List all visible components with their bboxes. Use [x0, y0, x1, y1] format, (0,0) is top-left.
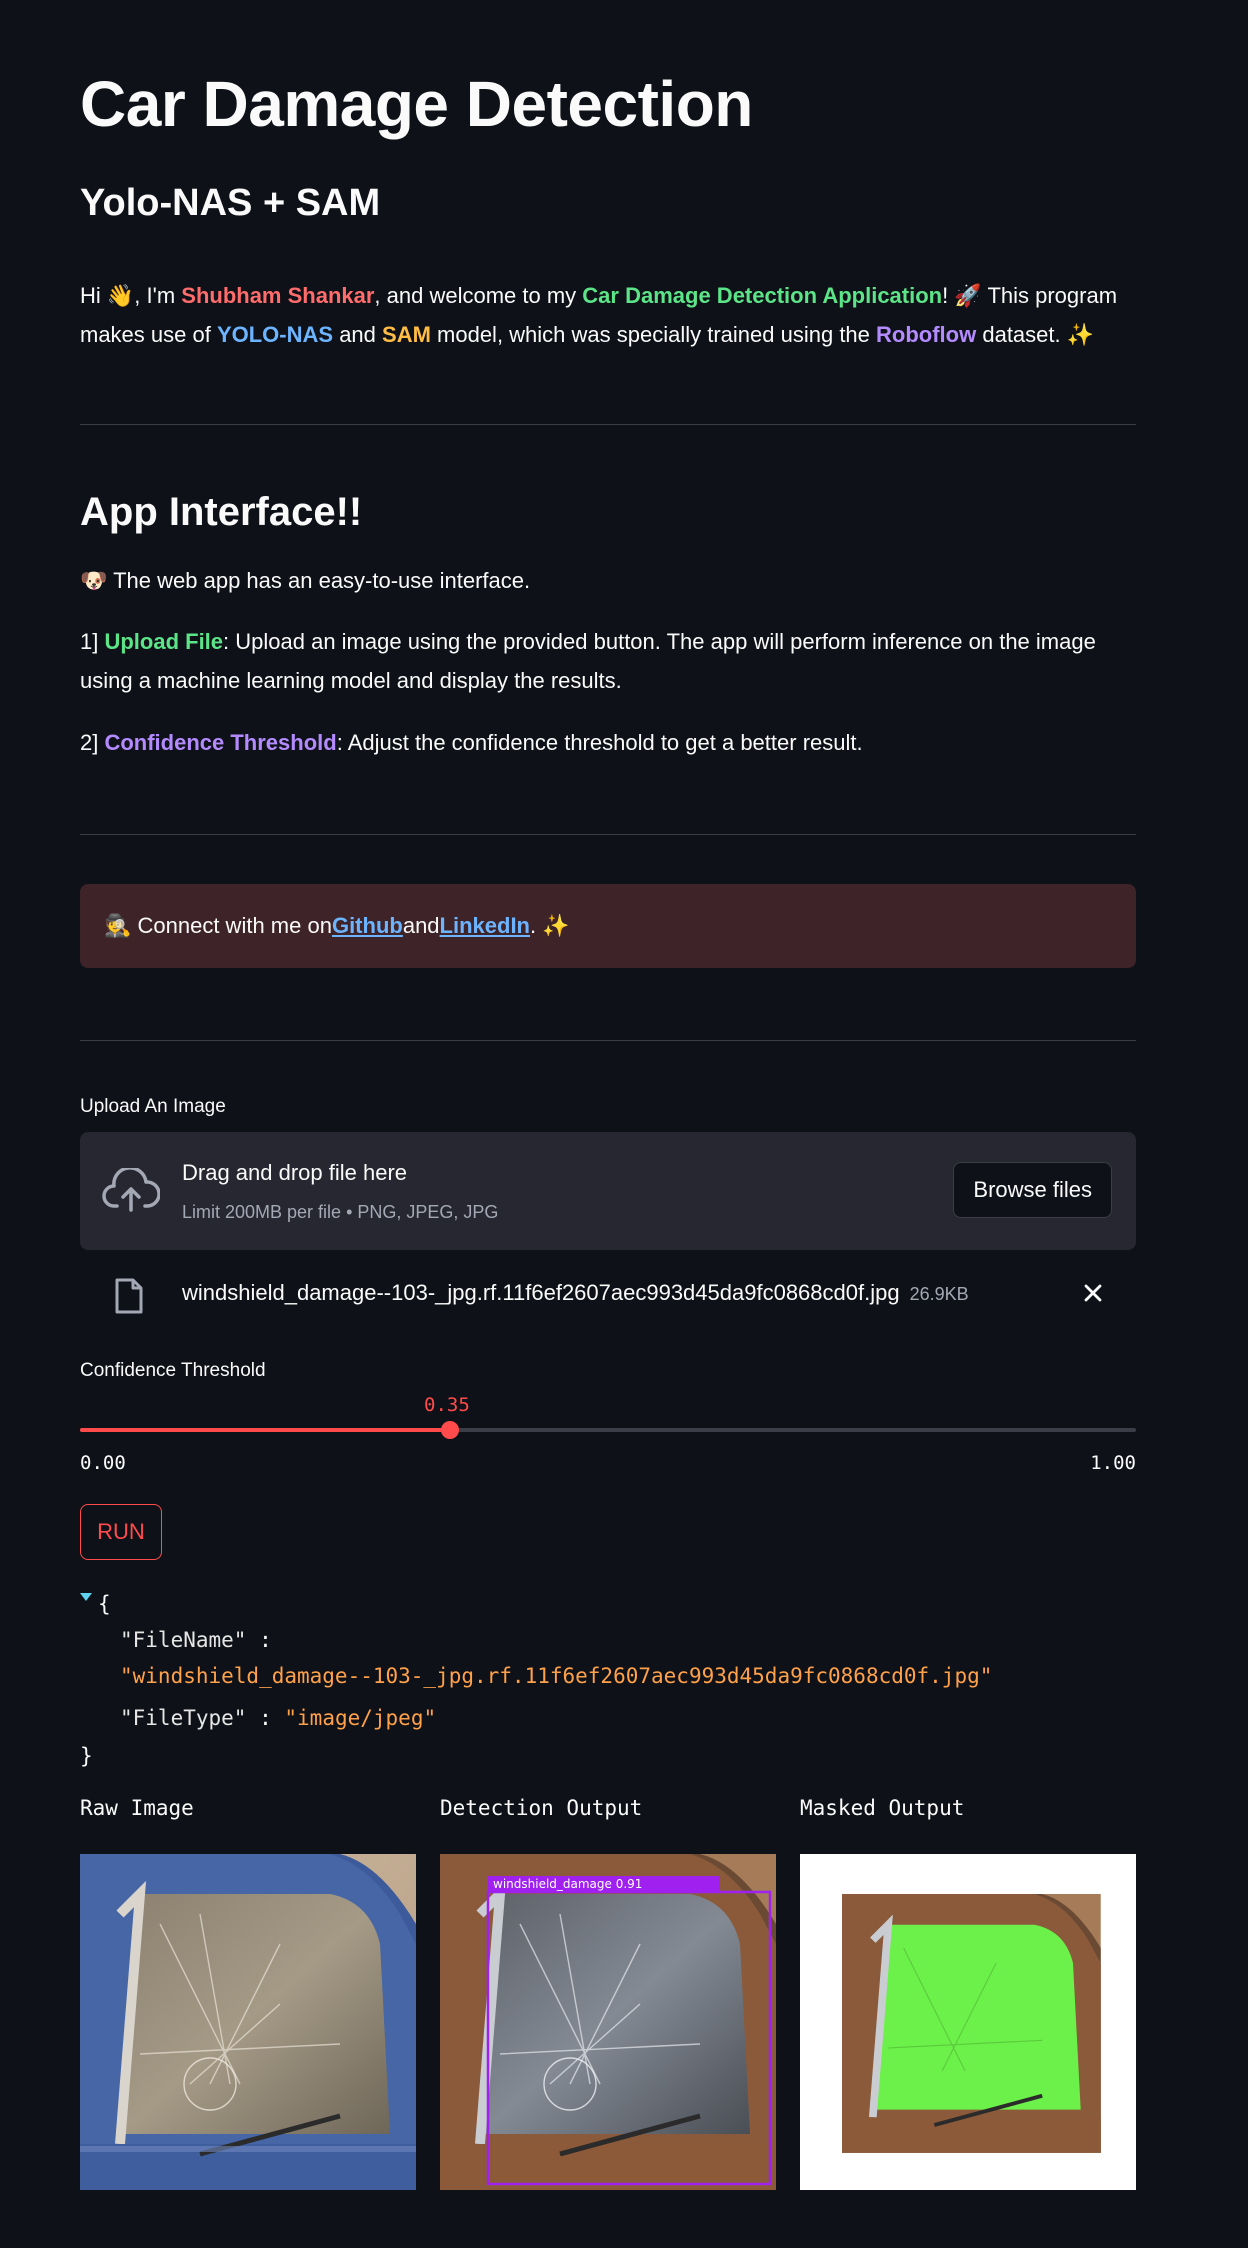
connect-alert: 🕵️ Connect with me on Github and LinkedI… [80, 884, 1136, 968]
app-name: Car Damage Detection Application [582, 283, 943, 308]
dataset-name: Roboflow [876, 322, 977, 347]
json-viewer: { "FileName" : "windshield_damage--103-_… [80, 1592, 993, 1768]
file-dropzone[interactable]: Drag and drop file here Limit 200MB per … [80, 1132, 1136, 1250]
limit-text: Limit 200MB per file • PNG, JPEG, JPG [182, 1202, 499, 1222]
json-key-filetype: "FileType" [120, 1706, 247, 1730]
uploaded-file-row: windshield_damage--103-_jpg.rf.11f6ef260… [80, 1270, 1136, 1322]
masked-output-title: Masked Output [800, 1796, 965, 1820]
author-name: Shubham Shankar [181, 283, 375, 308]
slider-fill [80, 1428, 450, 1432]
interface-heading: App Interface!! [80, 490, 363, 534]
interface-item-threshold: 2] Confidence Threshold: Adjust the conf… [80, 730, 863, 755]
model-yolo-nas: YOLO-NAS [216, 322, 334, 347]
intro-paragraph: Hi 👋, I'm Shubham Shankar, and welcome t… [80, 283, 1118, 347]
interface-item-upload: 1] Upload File: Upload an image using th… [80, 629, 1096, 693]
slider-thumb[interactable] [441, 1421, 459, 1439]
divider [80, 1040, 1136, 1041]
detection-label: windshield_damage 0.91 [493, 1877, 642, 1891]
divider [80, 424, 1136, 425]
page-subtitle: Yolo-NAS + SAM [80, 182, 381, 224]
remove-file-icon[interactable] [1082, 1282, 1104, 1308]
file-icon [114, 1278, 144, 1318]
interface-line: 🐶 The web app has an easy-to-use interfa… [80, 568, 531, 593]
detection-output-title: Detection Output [440, 1796, 643, 1820]
raw-image-title: Raw Image [80, 1796, 194, 1820]
model-sam: SAM [382, 322, 431, 347]
divider [80, 834, 1136, 835]
raw-image [80, 1854, 416, 2190]
json-value-filetype: "image/jpeg" [284, 1706, 437, 1730]
slider-min: 0.00 [80, 1452, 126, 1474]
linkedin-link[interactable]: LinkedIn [440, 913, 530, 939]
page-title: Car Damage Detection [80, 68, 753, 140]
cloud-upload-icon [102, 1166, 161, 1218]
slider-max: 1.00 [1090, 1452, 1136, 1474]
upload-label: Upload An Image [80, 1096, 226, 1117]
browse-files-button[interactable]: Browse files [953, 1162, 1112, 1218]
threshold-label: Confidence Threshold [80, 1360, 266, 1381]
json-key-filename: "FileName" [120, 1628, 247, 1652]
detection-output-image: windshield_damage 0.91 [440, 1854, 776, 2190]
run-button[interactable]: RUN [80, 1504, 162, 1560]
github-link[interactable]: Github [332, 913, 403, 939]
collapse-caret-icon[interactable] [80, 1593, 92, 1601]
confidence-slider[interactable] [80, 1421, 1136, 1439]
slider-value: 0.35 [424, 1394, 470, 1416]
file-size: 26.9KB [909, 1284, 969, 1304]
masked-output-image [800, 1854, 1136, 2190]
drop-text: Drag and drop file here [182, 1160, 408, 1185]
json-value-filename: "windshield_damage--103-_jpg.rf.11f6ef26… [120, 1664, 993, 1688]
file-name: windshield_damage--103-_jpg.rf.11f6ef260… [182, 1280, 900, 1305]
